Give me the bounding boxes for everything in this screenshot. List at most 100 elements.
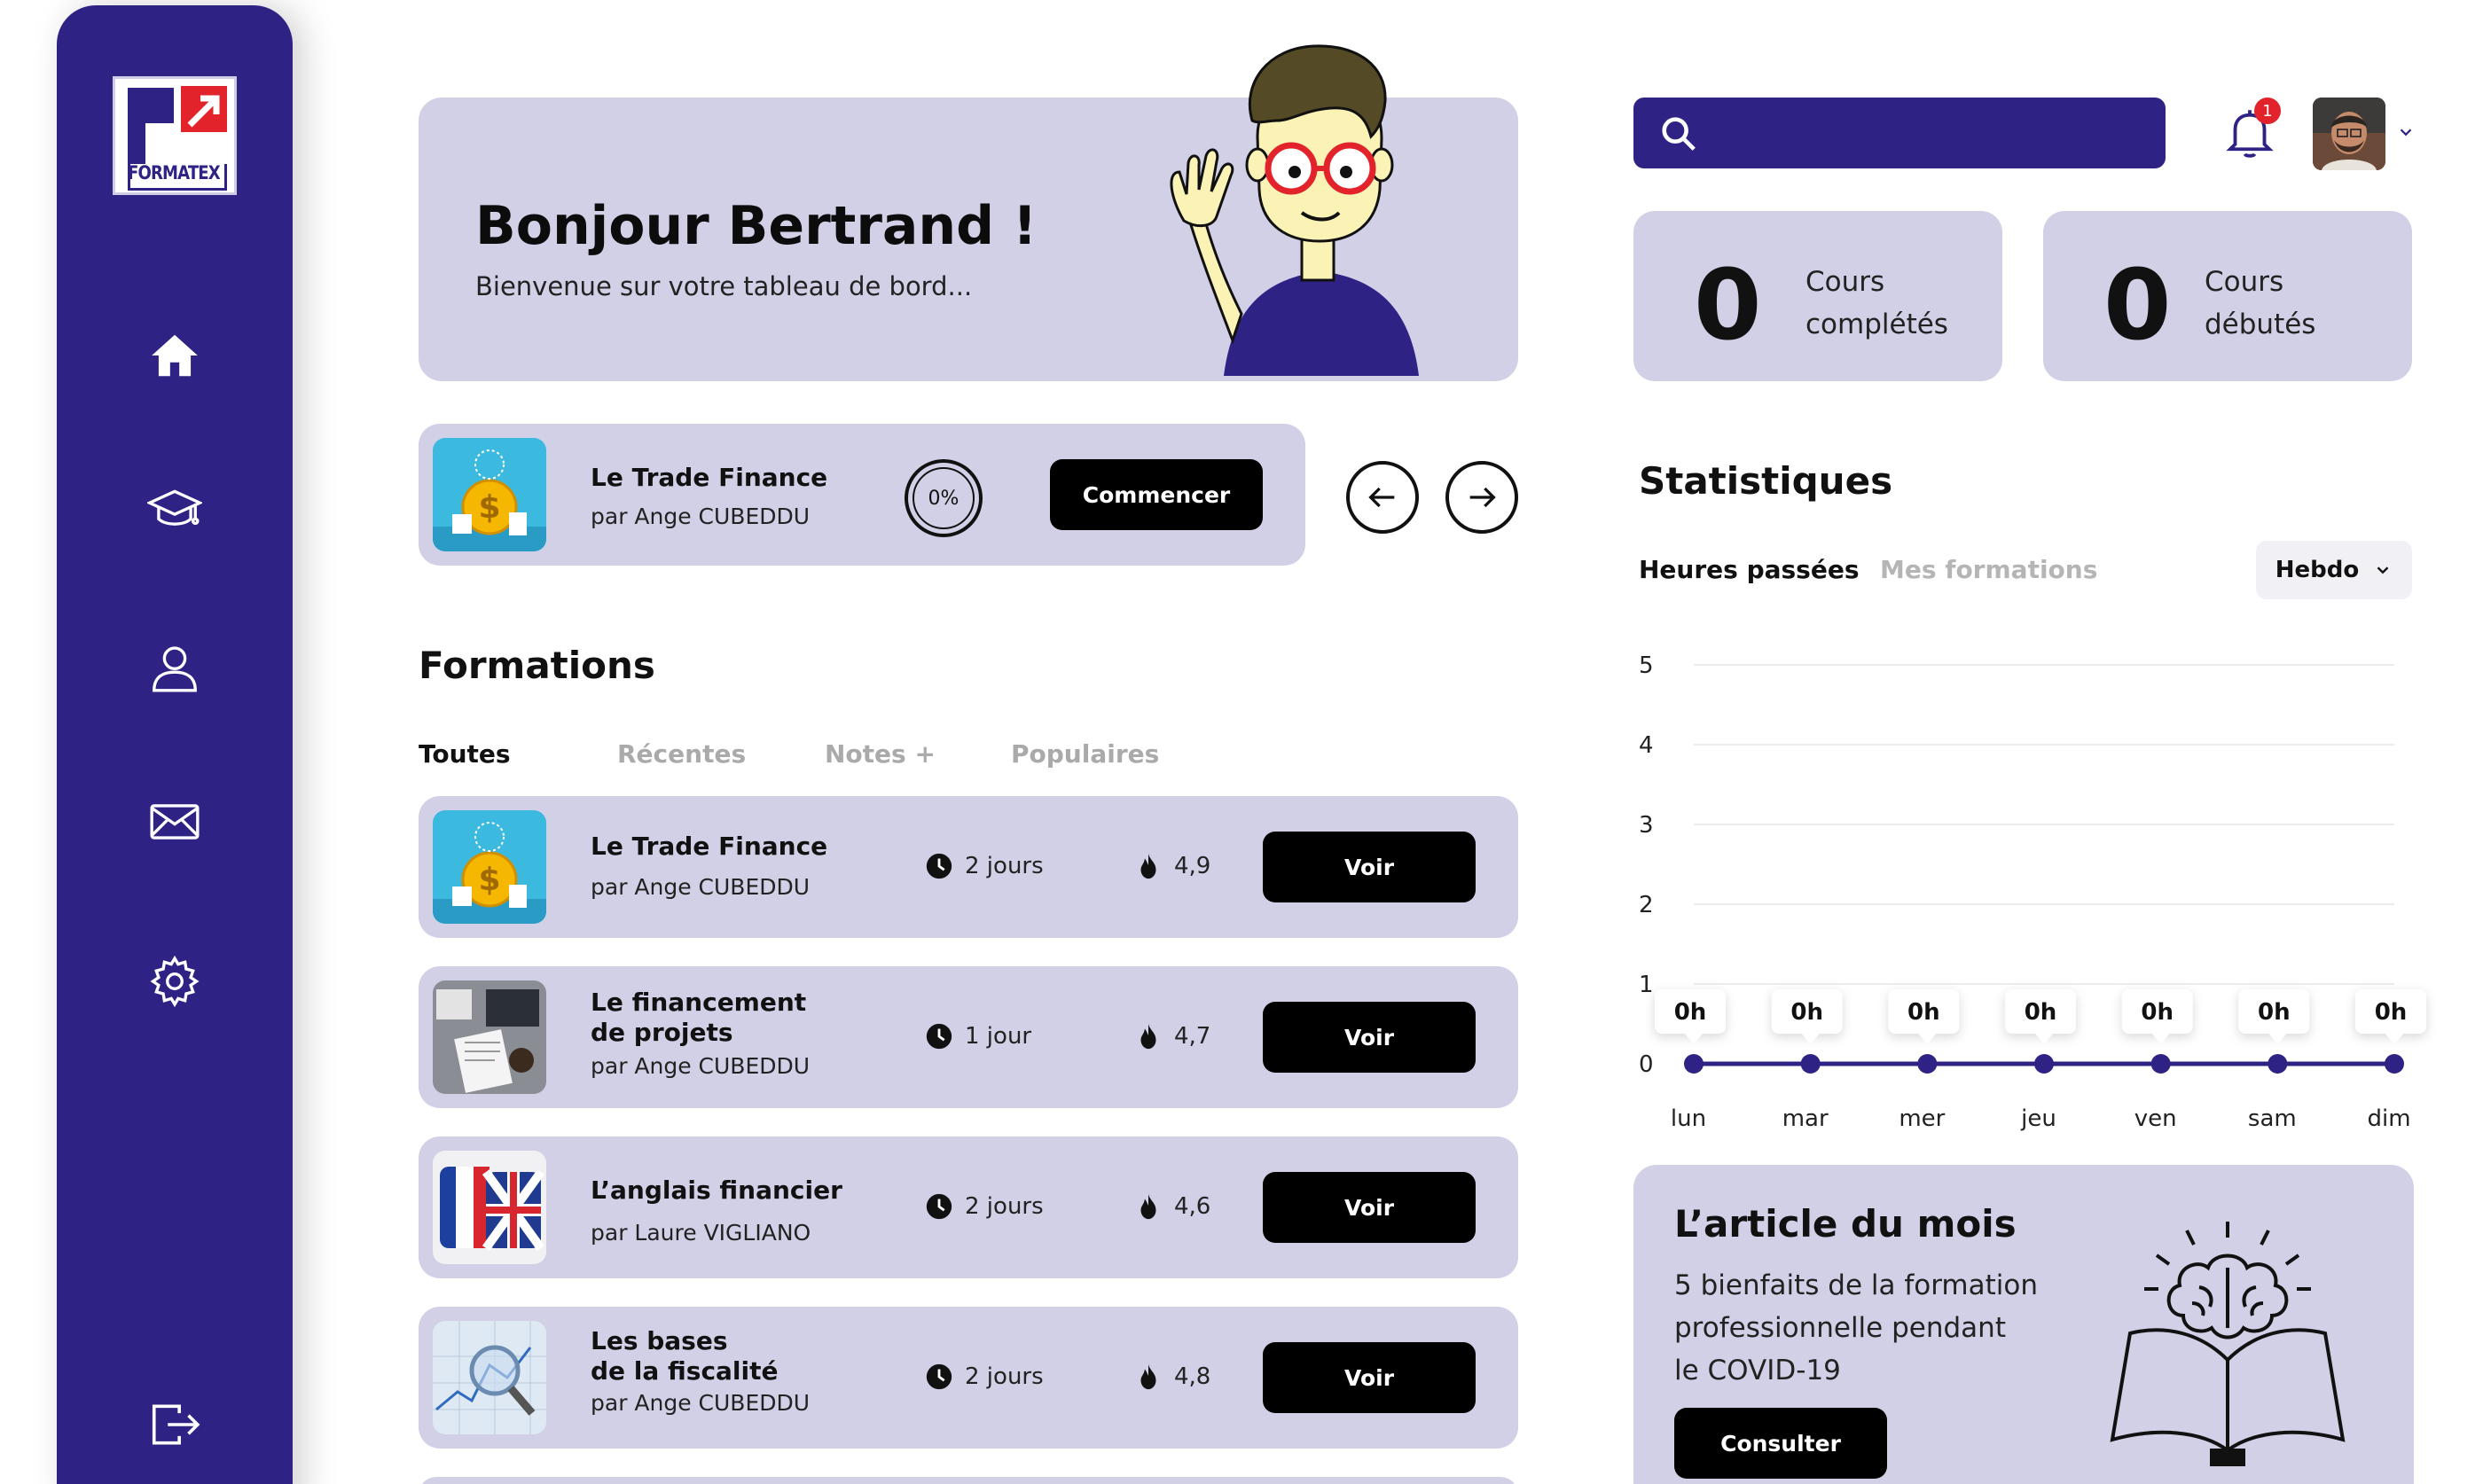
period-select[interactable]: Hebdo — [2256, 541, 2412, 599]
data-label-pointer — [2385, 1034, 2403, 1044]
logo-arrow-icon — [181, 86, 227, 132]
data-label-pointer — [2268, 1034, 2287, 1044]
progress-ring: 0% — [905, 459, 983, 537]
notification-badge: 1 — [2254, 98, 2281, 124]
data-label: 0h — [1907, 999, 1940, 1026]
graduation-cap-icon — [147, 489, 202, 526]
tab-my-formations[interactable]: Mes formations — [1880, 555, 2097, 584]
data-point — [2150, 1054, 2171, 1074]
next-course-button[interactable] — [1445, 461, 1518, 534]
data-point — [2385, 1054, 2404, 1074]
completed-courses-card: 0 Cours complétés — [1633, 211, 2002, 381]
start-course-button[interactable]: Commencer — [1050, 459, 1263, 530]
nav-profile[interactable] — [142, 635, 208, 700]
x-tick-label: ven — [2134, 1105, 2177, 1132]
tab-toutes[interactable]: Toutes — [419, 739, 511, 769]
formation-author: par Ange CUBEDDU — [591, 1053, 811, 1079]
formation-row[interactable] — [419, 1477, 1518, 1484]
formation-row[interactable]: Le financement de projets par Ange CUBED… — [419, 966, 1518, 1108]
view-formation-button[interactable]: Voir — [1263, 1342, 1476, 1413]
search-bar[interactable] — [1633, 98, 2166, 168]
previous-course-button[interactable] — [1346, 461, 1419, 534]
x-tick-label: lun — [1671, 1105, 1706, 1132]
greeting-title: Bonjour Bertrand ! — [475, 195, 1038, 257]
sidebar: FORMATEX — [57, 5, 293, 1484]
formation-duration: 2 jours — [924, 1191, 1044, 1222]
tab-hours-spent[interactable]: Heures passées — [1639, 555, 1860, 584]
formation-row[interactable]: $ Le Trade Finance par Ange CUBEDDU 2 jo… — [419, 796, 1518, 938]
started-courses-label: Cours débutés — [2205, 266, 2316, 340]
current-course-card[interactable]: $ Le Trade Finance par Ange CUBEDDU 0% C… — [419, 424, 1305, 566]
chevron-down-icon[interactable] — [2396, 122, 2416, 142]
gear-icon — [150, 955, 200, 1008]
data-label: 0h — [2258, 999, 2291, 1026]
nav-home[interactable] — [142, 323, 208, 388]
statistics-title: Statistiques — [1639, 459, 1893, 503]
avatar[interactable] — [2313, 98, 2385, 170]
y-tick-label: 5 — [1639, 652, 1654, 679]
formatex-logo[interactable]: FORMATEX — [113, 76, 237, 195]
nav-settings[interactable] — [142, 949, 208, 1014]
brain-book-icon — [2110, 1222, 2346, 1466]
progress-label: 0% — [928, 487, 960, 510]
clock-icon — [926, 1193, 952, 1220]
tab-notes[interactable]: Notes + — [825, 739, 936, 769]
formation-row[interactable]: Les bases de la fiscalité par Ange CUBED… — [419, 1307, 1518, 1449]
current-course-author: par Ange CUBEDDU — [591, 504, 811, 529]
data-label-pointer — [1801, 1034, 1820, 1044]
formation-author: par Ange CUBEDDU — [591, 1390, 811, 1416]
nav-logout[interactable] — [142, 1392, 208, 1457]
tab-populaires[interactable]: Populaires — [1011, 739, 1159, 769]
formation-rating: 4,6 — [1133, 1191, 1210, 1222]
y-tick-label: 2 — [1639, 892, 1654, 918]
logo-block — [128, 123, 145, 164]
data-label-pointer — [1685, 1034, 1703, 1044]
view-formation-button[interactable]: Voir — [1263, 1002, 1476, 1073]
search-input[interactable] — [1713, 110, 2148, 156]
completed-courses-label: Cours complétés — [1805, 266, 1948, 340]
y-tick-label: 3 — [1639, 812, 1654, 839]
formation-rating: 4,9 — [1133, 851, 1210, 881]
data-point — [2034, 1054, 2054, 1074]
tab-recentes[interactable]: Récentes — [617, 739, 746, 769]
x-tick-label: jeu — [2020, 1105, 2056, 1132]
flags-thumbnail — [433, 1151, 546, 1264]
logo-block — [128, 88, 174, 123]
data-point — [1917, 1054, 1938, 1074]
clock-icon — [926, 1023, 952, 1050]
view-formation-button[interactable]: Voir — [1263, 1172, 1476, 1243]
data-label: 0h — [1790, 999, 1823, 1026]
x-tick-label: mar — [1782, 1105, 1829, 1132]
nav-messages[interactable] — [142, 789, 208, 855]
user-icon — [153, 646, 197, 692]
started-courses-value: 0 — [2103, 248, 2172, 362]
svg-text:$: $ — [478, 862, 500, 898]
formation-title: L’anglais financier — [591, 1175, 842, 1205]
x-tick-label: sam — [2248, 1105, 2297, 1132]
logout-icon — [152, 1404, 200, 1445]
desk-thumbnail — [433, 980, 546, 1094]
formation-rating: 4,8 — [1133, 1362, 1210, 1392]
formation-title: Le financement de projets — [591, 988, 807, 1047]
data-label: 0h — [1674, 999, 1707, 1026]
started-courses-card: 0 Cours débutés — [2043, 211, 2412, 381]
clock-icon — [926, 1363, 952, 1390]
graph-thumbnail — [433, 1321, 546, 1434]
flame-icon — [1140, 1023, 1156, 1050]
article-of-month-card: L’article du mois 5 bienfaits de la form… — [1633, 1165, 2414, 1484]
formation-row[interactable]: L’anglais financier par Laure VIGLIANO 2… — [419, 1136, 1518, 1278]
clock-icon — [926, 853, 952, 879]
chevron-down-icon — [2377, 566, 2389, 574]
arrow-left-icon — [1368, 487, 1395, 508]
view-formation-button[interactable]: Voir — [1263, 832, 1476, 902]
formation-rating: 4,7 — [1133, 1021, 1210, 1051]
consult-article-button[interactable]: Consulter — [1674, 1408, 1887, 1479]
flame-icon — [1140, 853, 1156, 879]
nav-courses[interactable] — [142, 477, 208, 543]
formation-duration: 2 jours — [924, 1362, 1044, 1392]
formation-title: Les bases de la fiscalité — [591, 1326, 779, 1386]
x-tick-label: dim — [2367, 1105, 2410, 1132]
article-text: 5 bienfaits de la formation professionne… — [1674, 1269, 2038, 1386]
data-label-pointer — [2151, 1034, 2170, 1044]
data-point — [2268, 1054, 2288, 1074]
